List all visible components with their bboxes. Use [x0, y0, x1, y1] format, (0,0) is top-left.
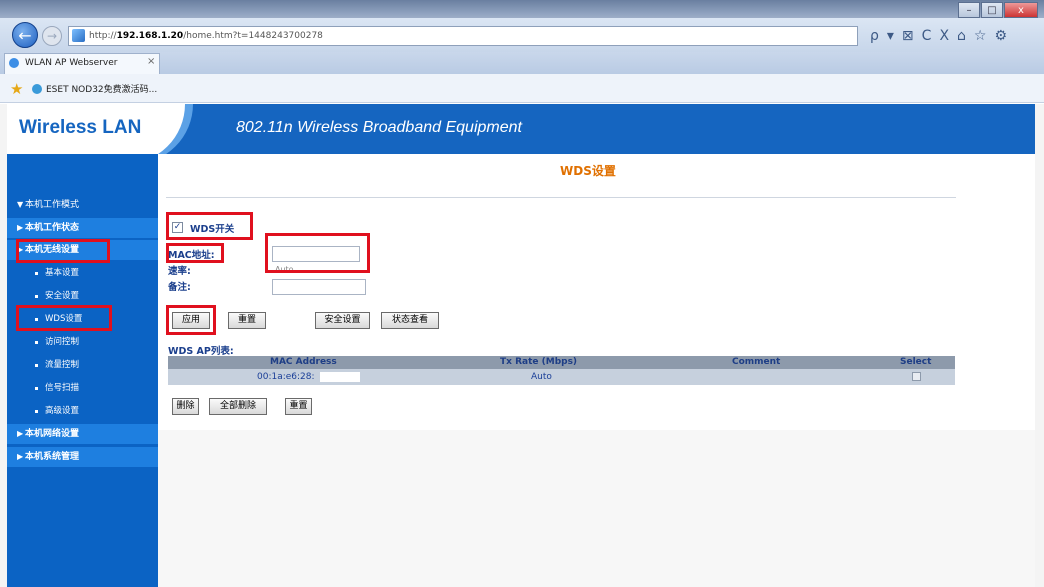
- tab-favicon-icon: [9, 58, 19, 68]
- favorite-link[interactable]: ESET NOD32免费激活码...: [30, 82, 157, 95]
- highlight-apply-button: [166, 305, 216, 335]
- favorites-star-icon[interactable]: ★: [10, 80, 23, 98]
- close-window-button[interactable]: x: [1004, 2, 1038, 18]
- sidebar-item-network-settings[interactable]: ▶ 本机网络设置: [7, 424, 158, 444]
- sidebar-item-traffic-control[interactable]: 流量控制: [7, 355, 158, 375]
- bullet-icon: [35, 410, 38, 413]
- minimize-button[interactable]: –: [958, 2, 980, 18]
- note-input[interactable]: [272, 279, 366, 295]
- wds-ap-list-title: WDS AP列表:: [168, 346, 234, 357]
- maximize-button[interactable]: □: [981, 2, 1003, 18]
- sidebar-item-label: 安全设置: [45, 291, 80, 301]
- sidebar-item-security-settings[interactable]: 安全设置: [7, 286, 158, 306]
- compatibility-icon[interactable]: ⊠: [902, 28, 914, 44]
- highlight-wds-switch: [166, 212, 253, 240]
- settings-icon[interactable]: ⚙: [994, 28, 1007, 44]
- page-title: WDS设置: [560, 164, 616, 178]
- home-icon[interactable]: ⌂: [957, 28, 966, 44]
- sidebar-item-advanced-settings[interactable]: 高级设置: [7, 401, 158, 421]
- expand-arrow-icon: ▼: [17, 200, 24, 209]
- sidebar-item-access-control[interactable]: 访问控制: [7, 332, 158, 352]
- column-header-comment: Comment: [732, 357, 781, 367]
- sidebar-item-label: 本机工作状态: [25, 223, 80, 233]
- highlight-wireless-settings: [16, 239, 110, 263]
- page-icon: [72, 29, 85, 42]
- rate-label: 速率:: [168, 266, 191, 277]
- refresh-icon[interactable]: C: [922, 28, 932, 44]
- bullet-icon: [35, 272, 38, 275]
- search-icon[interactable]: ρ: [870, 28, 879, 44]
- divider: [166, 197, 956, 198]
- chevron-right-icon: ▶: [17, 223, 24, 232]
- highlight-mac-label: [166, 243, 224, 263]
- status-view-button[interactable]: 状态查看: [381, 312, 439, 329]
- highlight-mac-input: [265, 233, 370, 273]
- banner-title: 802.11n Wireless Broadband Equipment: [236, 119, 522, 136]
- forward-button[interactable]: →: [42, 26, 62, 46]
- delete-button[interactable]: 删除: [172, 398, 199, 415]
- chevron-right-icon: ▶: [17, 429, 24, 438]
- redacted-mask: [320, 372, 360, 382]
- favorites-icon[interactable]: ☆: [974, 28, 987, 44]
- row-select-checkbox[interactable]: [912, 372, 921, 381]
- sidebar-item-label: 本机系统管理: [25, 452, 80, 462]
- page-margin-right: [1035, 104, 1044, 587]
- address-path: /home.htm?t=1448243700278: [183, 31, 323, 41]
- address-bar[interactable]: http://192.168.1.20/home.htm?t=144824370…: [68, 26, 858, 46]
- security-settings-button[interactable]: 安全设置: [315, 312, 370, 329]
- list-reset-button[interactable]: 重置: [285, 398, 312, 415]
- browser-toolbar: ρ ▾ ⊠ C X ⌂ ☆ ⚙: [870, 26, 1015, 46]
- sidebar-item-work-mode[interactable]: ▼ 本机工作模式: [7, 195, 158, 215]
- sidebar-item-label: 高级设置: [45, 406, 80, 416]
- bullet-icon: [35, 387, 38, 390]
- sidebar-item-label: 流量控制: [45, 360, 80, 370]
- note-label: 备注:: [168, 282, 191, 293]
- page-margin-left: [0, 104, 7, 587]
- column-header-mac: MAC Address: [270, 357, 337, 367]
- column-header-tx-rate: Tx Rate (Mbps): [500, 357, 578, 367]
- bullet-icon: [35, 295, 38, 298]
- sidebar-item-label: 基本设置: [45, 268, 80, 278]
- dropdown-icon[interactable]: ▾: [887, 28, 894, 44]
- back-button[interactable]: ←: [12, 22, 38, 48]
- bullet-icon: [35, 364, 38, 367]
- sidebar-item-signal-scan[interactable]: 信号扫描: [7, 378, 158, 398]
- highlight-wds-settings: [16, 305, 112, 331]
- chevron-right-icon: ▶: [17, 452, 24, 461]
- sidebar-item-system-management[interactable]: ▶ 本机系统管理: [7, 447, 158, 467]
- column-header-select: Select: [900, 357, 932, 367]
- sidebar-item-basic-settings[interactable]: 基本设置: [7, 263, 158, 283]
- sidebar-item-label: 信号扫描: [45, 383, 80, 393]
- sidebar-item-label: 本机工作模式: [25, 200, 80, 210]
- delete-all-button[interactable]: 全部删除: [209, 398, 267, 415]
- address-scheme: http://: [89, 31, 117, 41]
- reset-button[interactable]: 重置: [228, 312, 266, 329]
- brand-logo: Wireless LAN: [19, 117, 142, 138]
- sidebar-item-label: 访问控制: [45, 337, 80, 347]
- tab-close-icon[interactable]: ×: [147, 56, 155, 67]
- address-host: 192.168.1.20: [116, 31, 184, 41]
- sidebar-item-label: 本机网络设置: [25, 429, 80, 439]
- cell-mac-address: 00:1a:e6:28:: [257, 372, 315, 382]
- window-controls: – □ x: [957, 2, 1038, 18]
- content-footer-area: [158, 430, 1035, 587]
- stop-icon[interactable]: X: [939, 28, 949, 44]
- sidebar-item-work-status[interactable]: ▶ 本机工作状态: [7, 218, 158, 238]
- bullet-icon: [35, 341, 38, 344]
- tab-wlan-ap-webserver[interactable]: WLAN AP Webserver: [4, 53, 160, 74]
- cell-tx-rate: Auto: [531, 372, 552, 382]
